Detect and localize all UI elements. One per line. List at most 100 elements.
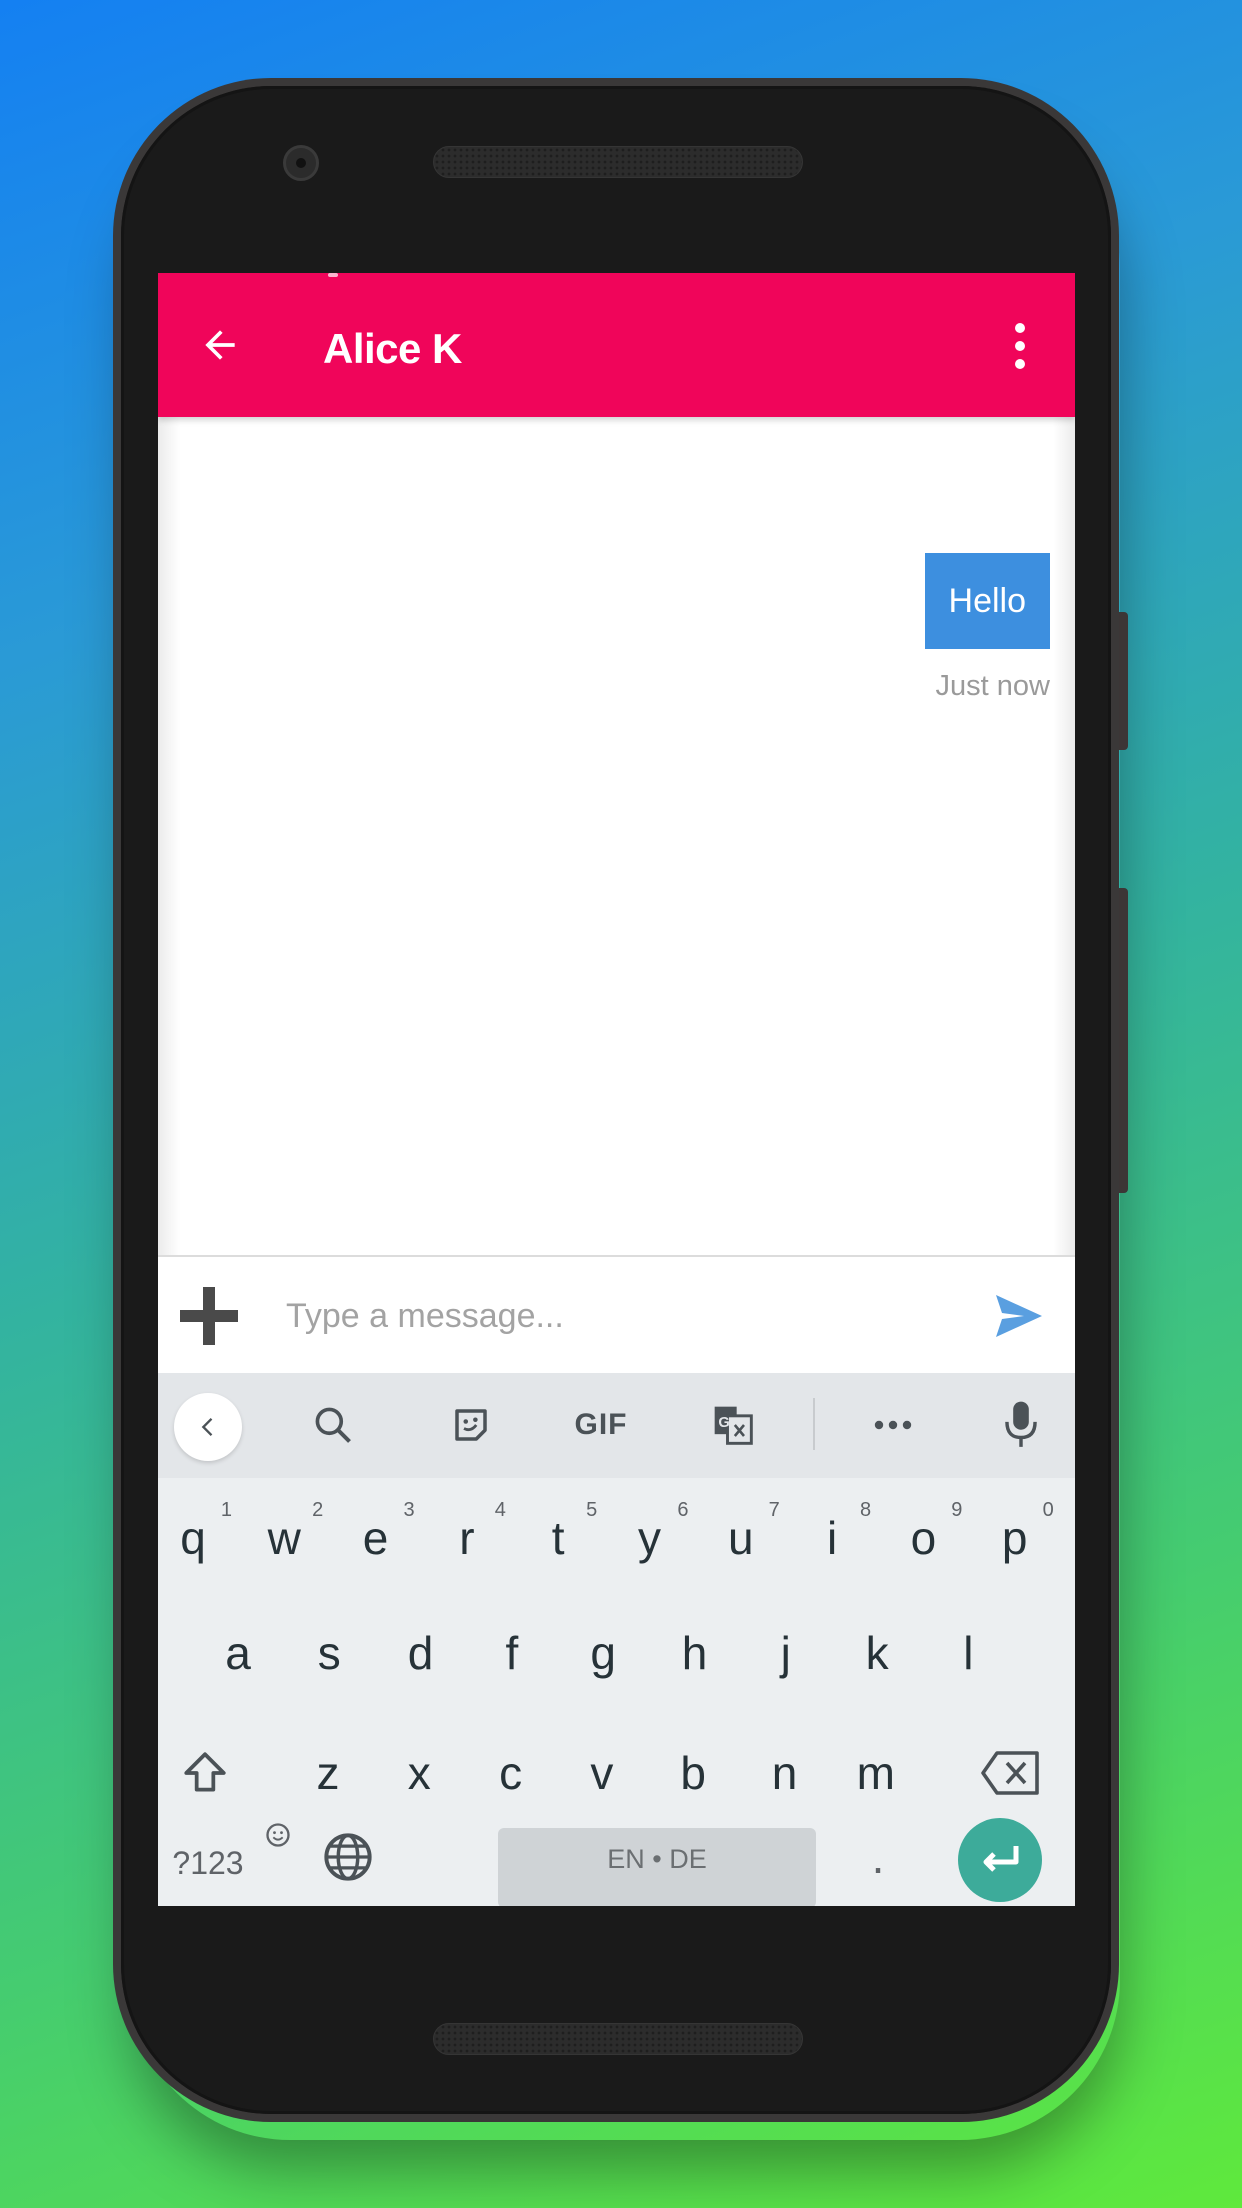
keyboard-toolbar: GIF G — [158, 1373, 1075, 1478]
arrow-left-icon — [205, 330, 235, 360]
key-hint: 9 — [951, 1499, 963, 1521]
key-hint: 6 — [677, 1499, 689, 1521]
translate-icon: G — [714, 1406, 753, 1445]
key-w[interactable]: w2 — [239, 1483, 329, 1593]
keyboard-voice-button[interactable] — [996, 1395, 1046, 1455]
key-i[interactable]: i8 — [787, 1483, 877, 1593]
soft-keyboard: GIF G q 1 w 2 e 3 r 4 t 5 y 6 u 7 i 8 o … — [158, 1373, 1075, 1906]
enter-key[interactable] — [958, 1818, 1042, 1902]
key-label: o — [910, 1512, 937, 1564]
key-a[interactable]: a — [193, 1598, 283, 1708]
key-label: r — [459, 1512, 475, 1564]
space-key[interactable]: EN • DE — [498, 1828, 816, 1906]
key-hint: 7 — [768, 1499, 780, 1521]
key-hint: 2 — [312, 1499, 324, 1521]
keyboard-translate-button[interactable]: G — [703, 1395, 763, 1455]
message-input[interactable] — [286, 1281, 826, 1351]
keyboard-collapse-button[interactable] — [174, 1393, 242, 1461]
enter-icon — [983, 1846, 1019, 1872]
add-attachment-button[interactable] — [180, 1287, 238, 1345]
more-vertical-icon — [1015, 323, 1025, 333]
message-list: Hello Just now — [158, 417, 1075, 1255]
chevron-left-icon — [201, 1418, 213, 1436]
top-speaker — [433, 146, 803, 178]
search-icon — [315, 1407, 351, 1443]
more-vertical-icon-dot — [1015, 359, 1025, 369]
keyboard-search-button[interactable] — [303, 1395, 363, 1455]
key-label: t — [551, 1512, 565, 1564]
emoji-icon — [266, 1823, 290, 1847]
microphone-icon — [1005, 1401, 1037, 1447]
key-p[interactable]: p0 — [970, 1483, 1060, 1593]
key-hint: 3 — [403, 1499, 415, 1521]
period-key[interactable]: . — [848, 1802, 908, 1906]
keyboard-row-1: q1w2e3r4t5y6u7i8o9p0 — [158, 1483, 1075, 1593]
key-r[interactable]: r4 — [422, 1483, 512, 1593]
key-d[interactable]: d — [376, 1598, 466, 1708]
more-options-button[interactable] — [1008, 323, 1032, 369]
key-label: g — [590, 1627, 616, 1679]
key-label: e — [362, 1512, 389, 1564]
language-key[interactable] — [308, 1802, 388, 1906]
front-camera — [283, 145, 319, 181]
symbols-key[interactable]: ?123 — [163, 1808, 253, 1906]
app-bar: Alice K — [158, 273, 1075, 417]
key-hint: 5 — [586, 1499, 598, 1521]
keyboard-row-4: ?123 EN • DE . — [158, 1788, 1075, 1906]
key-t[interactable]: t5 — [513, 1483, 603, 1593]
message-bubble-outgoing: Hello — [924, 553, 1050, 649]
key-h[interactable]: h — [650, 1598, 740, 1708]
key-u[interactable]: u7 — [696, 1483, 786, 1593]
key-label: h — [681, 1627, 708, 1679]
message-composer — [158, 1255, 1075, 1373]
key-label: a — [225, 1627, 251, 1679]
key-label: p — [1001, 1512, 1028, 1564]
key-label: q — [180, 1512, 206, 1564]
key-label: s — [317, 1627, 341, 1679]
toolbar-divider — [813, 1398, 815, 1450]
key-label: k — [865, 1627, 889, 1679]
message-timestamp: Just now — [935, 670, 1050, 702]
key-label: f — [505, 1627, 519, 1679]
keyboard-gif-button[interactable]: GIF — [561, 1395, 641, 1455]
space-key-label: EN • DE — [607, 1844, 707, 1874]
more-horizontal-icon — [874, 1420, 912, 1430]
key-label: i — [826, 1512, 838, 1564]
key-j[interactable]: j — [741, 1598, 831, 1708]
key-label: l — [963, 1627, 974, 1679]
keyboard-more-button[interactable] — [863, 1395, 923, 1455]
sticker-icon — [455, 1409, 487, 1441]
key-label: w — [267, 1512, 301, 1564]
key-k[interactable]: k — [832, 1598, 922, 1708]
gif-label: GIF — [574, 1408, 628, 1441]
key-q[interactable]: q1 — [158, 1483, 238, 1593]
key-label: y — [638, 1512, 661, 1564]
back-button[interactable] — [198, 323, 242, 367]
volume-button — [1118, 888, 1128, 1193]
key-label: j — [780, 1627, 791, 1679]
globe-icon — [324, 1833, 372, 1881]
key-hint: 0 — [1042, 1499, 1054, 1521]
conversation-title: Alice K — [323, 325, 462, 372]
send-button[interactable] — [996, 1295, 1042, 1337]
keyboard-sticker-button[interactable] — [441, 1395, 501, 1455]
key-e[interactable]: e3 — [331, 1483, 421, 1593]
key-g[interactable]: g — [558, 1598, 648, 1708]
key-s[interactable]: s — [284, 1598, 374, 1708]
svg-text:G: G — [718, 1415, 729, 1431]
key-o[interactable]: o9 — [878, 1483, 968, 1593]
key-f[interactable]: f — [467, 1598, 557, 1708]
keyboard-row-2: asdfghjkl — [158, 1598, 1075, 1708]
key-y[interactable]: y6 — [605, 1483, 695, 1593]
more-vertical-icon-dot — [1015, 341, 1025, 351]
key-l[interactable]: l — [923, 1598, 1013, 1708]
power-button — [1118, 612, 1128, 750]
key-hint: 1 — [220, 1499, 232, 1521]
status-bar-indicator — [328, 273, 338, 277]
phone-screen: Alice K Hello Just now Type a message...… — [158, 273, 1075, 1906]
key-label: d — [407, 1627, 434, 1679]
key-hint: 4 — [494, 1499, 506, 1521]
send-icon — [996, 1295, 1042, 1337]
comma-key[interactable] — [243, 1780, 313, 1890]
key-label: u — [728, 1512, 754, 1564]
